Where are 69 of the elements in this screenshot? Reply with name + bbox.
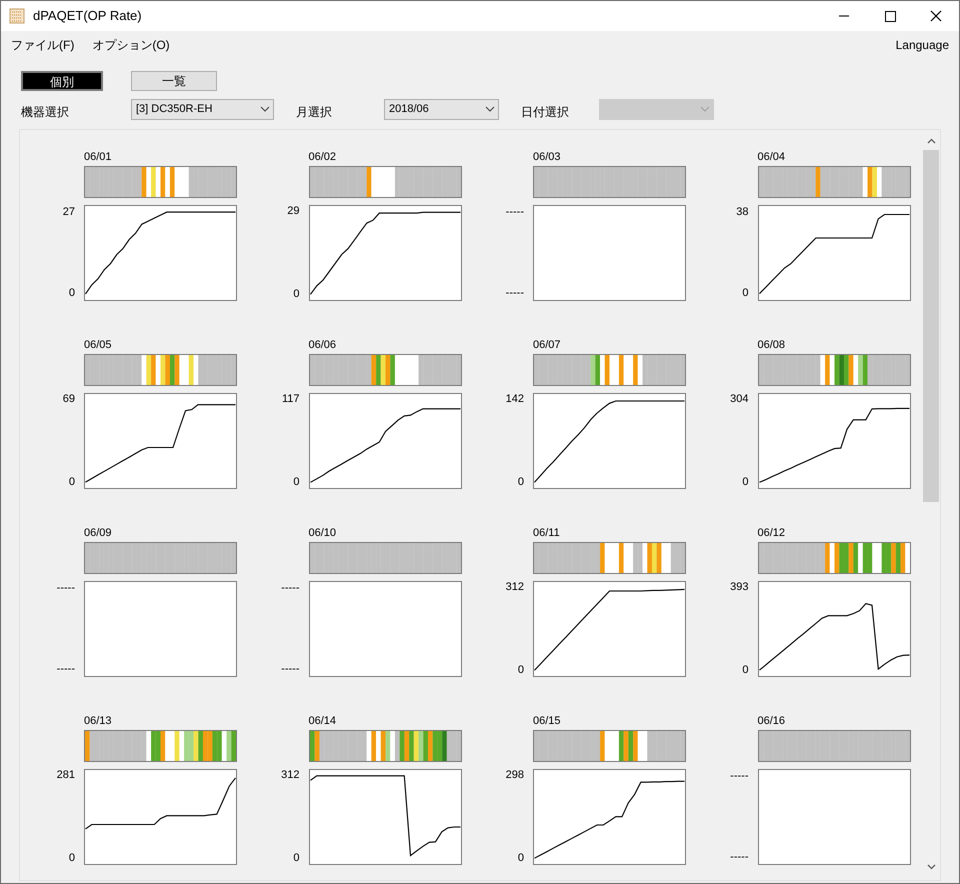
field-label: 日付選択 xyxy=(521,104,570,121)
caret-icon xyxy=(260,106,270,112)
date-label: 06/10 xyxy=(308,526,338,541)
view-tab[interactable]: 個別 xyxy=(21,71,103,91)
axis-label: ----- xyxy=(730,851,748,864)
axis-label: ----- xyxy=(56,582,75,595)
axis-label: 0 xyxy=(742,664,748,677)
date-label: 06/09 xyxy=(84,526,113,541)
dropdown[interactable]: [3] DC350R-EH xyxy=(131,98,274,120)
date-label: 06/15 xyxy=(533,714,562,729)
date-label: 06/05 xyxy=(84,338,113,353)
menu-item[interactable]: ファイル(F) xyxy=(9,36,76,54)
axis-label: 0 xyxy=(518,852,524,865)
axis-label: ----- xyxy=(730,770,748,783)
axis-label: 298 xyxy=(506,769,524,782)
axis-label: 142 xyxy=(506,393,524,406)
axis-label: 0 xyxy=(293,476,300,489)
date-label: 06/04 xyxy=(758,150,786,165)
date-label: 06/08 xyxy=(758,338,786,353)
date-label: 06/03 xyxy=(533,150,562,165)
axis-label: 27 xyxy=(62,206,75,219)
axis-label: ----- xyxy=(281,582,300,595)
view-tab[interactable]: 一覧 xyxy=(131,71,217,91)
menu-item[interactable]: オプション(O) xyxy=(90,36,172,54)
axis-label: 0 xyxy=(293,852,300,865)
axis-label: 312 xyxy=(281,769,300,782)
scrollbar-thumb[interactable] xyxy=(923,150,939,502)
axis-label: 0 xyxy=(68,287,75,300)
axis-label: 29 xyxy=(287,205,300,218)
axis-label: ----- xyxy=(56,663,75,676)
axis-label: 0 xyxy=(742,476,748,489)
date-label: 06/11 xyxy=(533,526,561,541)
scroll-down-icon[interactable] xyxy=(926,864,936,870)
app-icon xyxy=(9,8,25,24)
axis-label: ----- xyxy=(281,663,300,676)
date-label: 06/06 xyxy=(308,338,338,353)
axis-label: 304 xyxy=(730,393,748,406)
date-label: 06/07 xyxy=(533,338,562,353)
date-label: 06/01 xyxy=(84,150,113,165)
date-label: 06/13 xyxy=(84,714,113,729)
date-label: 06/16 xyxy=(758,714,786,729)
window-title: dPAQET(OP Rate) xyxy=(33,7,142,26)
field-label: 月選択 xyxy=(296,104,333,121)
date-label: 06/02 xyxy=(308,150,338,165)
axis-label: 0 xyxy=(293,288,300,301)
axis-label: 312 xyxy=(506,581,524,594)
menu-item[interactable]: Language xyxy=(896,36,949,54)
dropdown[interactable]: 2018/06 xyxy=(384,98,499,120)
axis-label: 0 xyxy=(68,476,75,489)
axis-label: 0 xyxy=(68,852,75,865)
close-icon[interactable] xyxy=(930,10,942,22)
caret-icon xyxy=(700,106,710,112)
axis-label: ----- xyxy=(506,287,524,300)
maximize-icon[interactable] xyxy=(884,10,896,22)
axis-label: 0 xyxy=(742,287,748,300)
minimize-icon[interactable] xyxy=(839,15,849,17)
axis-label: 69 xyxy=(62,393,75,406)
axis-label: 0 xyxy=(518,664,524,677)
axis-label: 38 xyxy=(736,206,748,219)
scroll-up-icon[interactable] xyxy=(926,138,936,144)
axis-label: ----- xyxy=(506,206,524,219)
axis-label: 0 xyxy=(518,476,524,489)
date-label: 06/14 xyxy=(308,714,338,729)
field-label: 機器選択 xyxy=(21,104,70,121)
axis-label: 393 xyxy=(730,581,748,594)
axis-label: 281 xyxy=(56,769,75,782)
date-label: 06/12 xyxy=(758,526,786,541)
caret-icon xyxy=(485,106,495,112)
axis-label: 117 xyxy=(282,393,300,406)
